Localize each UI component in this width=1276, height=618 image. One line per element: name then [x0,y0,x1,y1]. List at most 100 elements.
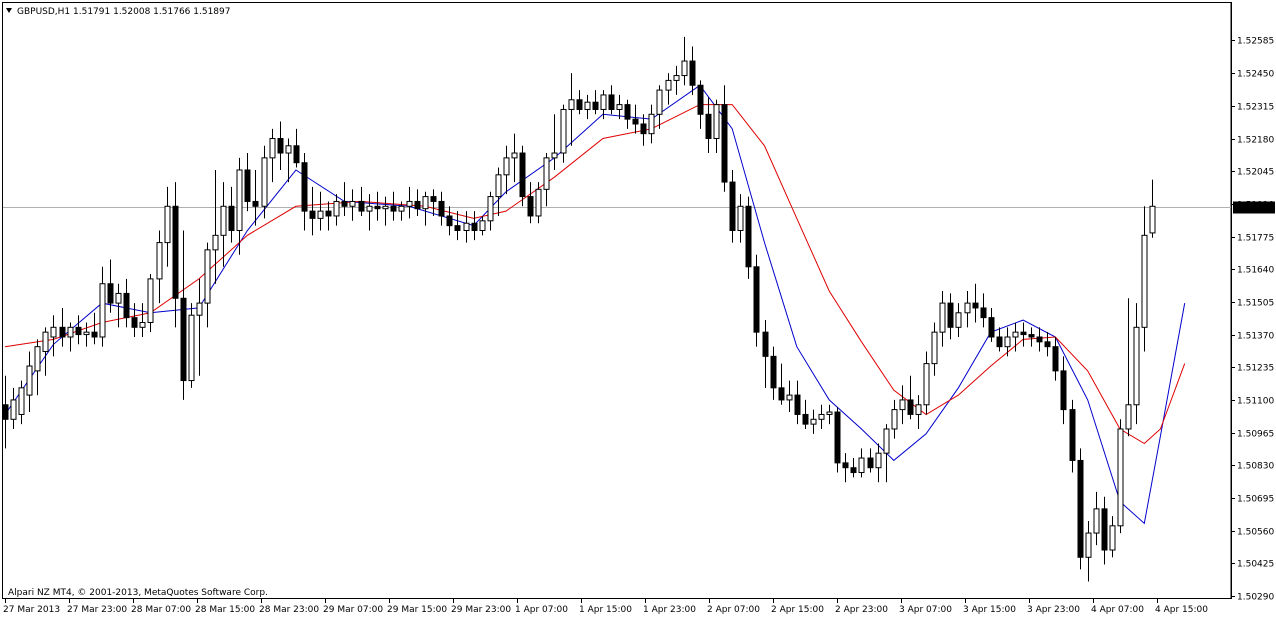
price-tick-label: 1.51370 [1237,332,1274,342]
candle-body [697,84,704,115]
candle [721,85,728,192]
candle-body [390,205,397,212]
candle-body [907,399,914,415]
candle-body [770,355,777,389]
price-tick-label: 1.51100 [1237,397,1274,407]
candle-body [1093,508,1100,534]
current-price-tag: 1.51897 [1233,201,1275,214]
candle [810,409,817,434]
candle-body [220,205,227,236]
time-tick-label: 1 Apr 23:00 [643,605,696,615]
candle-body [75,326,82,336]
candle-body [818,413,825,420]
candle-body [1109,525,1116,551]
dropdown-triangle-icon[interactable] [6,8,12,13]
candle-body [156,242,163,280]
candle [1149,179,1156,238]
candle [59,307,66,347]
price-tick-label: 1.52585 [1237,37,1274,47]
candle-body [18,387,25,415]
candle [850,458,857,478]
candle-body [931,331,938,365]
price-tick-label: 1.52450 [1237,70,1274,80]
candle [422,191,429,226]
price-tick-label: 1.51775 [1237,234,1274,244]
candle-body [632,118,639,125]
candle [349,189,356,221]
candle-body [576,99,583,110]
candle [745,196,752,279]
candle-body [1133,326,1140,406]
symbol-header: GBPUSD,H1 1.51791 1.52008 1.51766 1.5189… [17,7,230,17]
candle-body [543,157,550,190]
candle [438,191,445,226]
candle [374,191,381,221]
candle-body [810,418,817,425]
candle [293,128,300,168]
candle [858,448,865,478]
candle [697,80,704,129]
candle-body [42,331,49,353]
candle [42,327,49,376]
candle [802,399,809,429]
candle-body [236,169,243,231]
candle-body [479,220,486,231]
candle [834,407,841,473]
candle-body [689,60,696,86]
candle [568,73,575,146]
candle [406,186,413,219]
candle-body [382,205,389,210]
candle [83,322,90,347]
candle [2,375,9,449]
candle-body [139,321,146,328]
candle-body [915,404,922,415]
candle-body [446,215,453,227]
candle [1020,322,1027,347]
candle-body [560,108,567,154]
candle-body [665,79,672,91]
candle-body [988,317,995,338]
candle [1085,520,1092,582]
candle [172,182,179,328]
candle [1044,332,1051,357]
candle-body [164,205,171,244]
current-price-label: 1.51897 [1237,204,1274,214]
candle-body [1085,532,1092,558]
candle-body [285,145,292,154]
time-tick-label: 4 Apr 07:00 [1091,605,1144,615]
time-tick-label: 4 Apr 15:00 [1155,605,1208,615]
candle [907,375,914,420]
candle-body [430,196,437,202]
candle-body [802,413,809,425]
time-tick-label: 3 Apr 23:00 [1027,605,1080,615]
candle-body [301,162,308,212]
candle [923,351,930,415]
candle [681,36,688,86]
candle-body [1077,459,1084,558]
candle-body [745,205,752,268]
time-tick-label: 1 Apr 07:00 [515,605,568,615]
candle [947,293,954,340]
time-tick-label: 29 Mar 23:00 [451,605,511,615]
price-tick-label: 1.50695 [1237,495,1274,505]
candle-body [406,200,413,207]
candle-body [883,428,890,454]
candle-body [293,145,300,164]
candle [955,303,962,337]
candle [972,283,979,323]
price-tick-label: 1.50830 [1237,462,1274,472]
candle-body [867,457,874,469]
candle-body [939,302,946,333]
candle-body [438,200,445,217]
candles [2,36,1156,582]
candle-body [172,205,179,299]
candle [737,194,744,243]
broker-watermark: Alpari NZ MT4, © 2001-2013, MetaQuotes S… [8,588,268,598]
candle [794,380,801,425]
candle [139,303,146,337]
candle [608,85,615,115]
candle [67,322,74,352]
candle [640,114,647,146]
candle-body [648,113,655,135]
candle-body [131,317,138,328]
